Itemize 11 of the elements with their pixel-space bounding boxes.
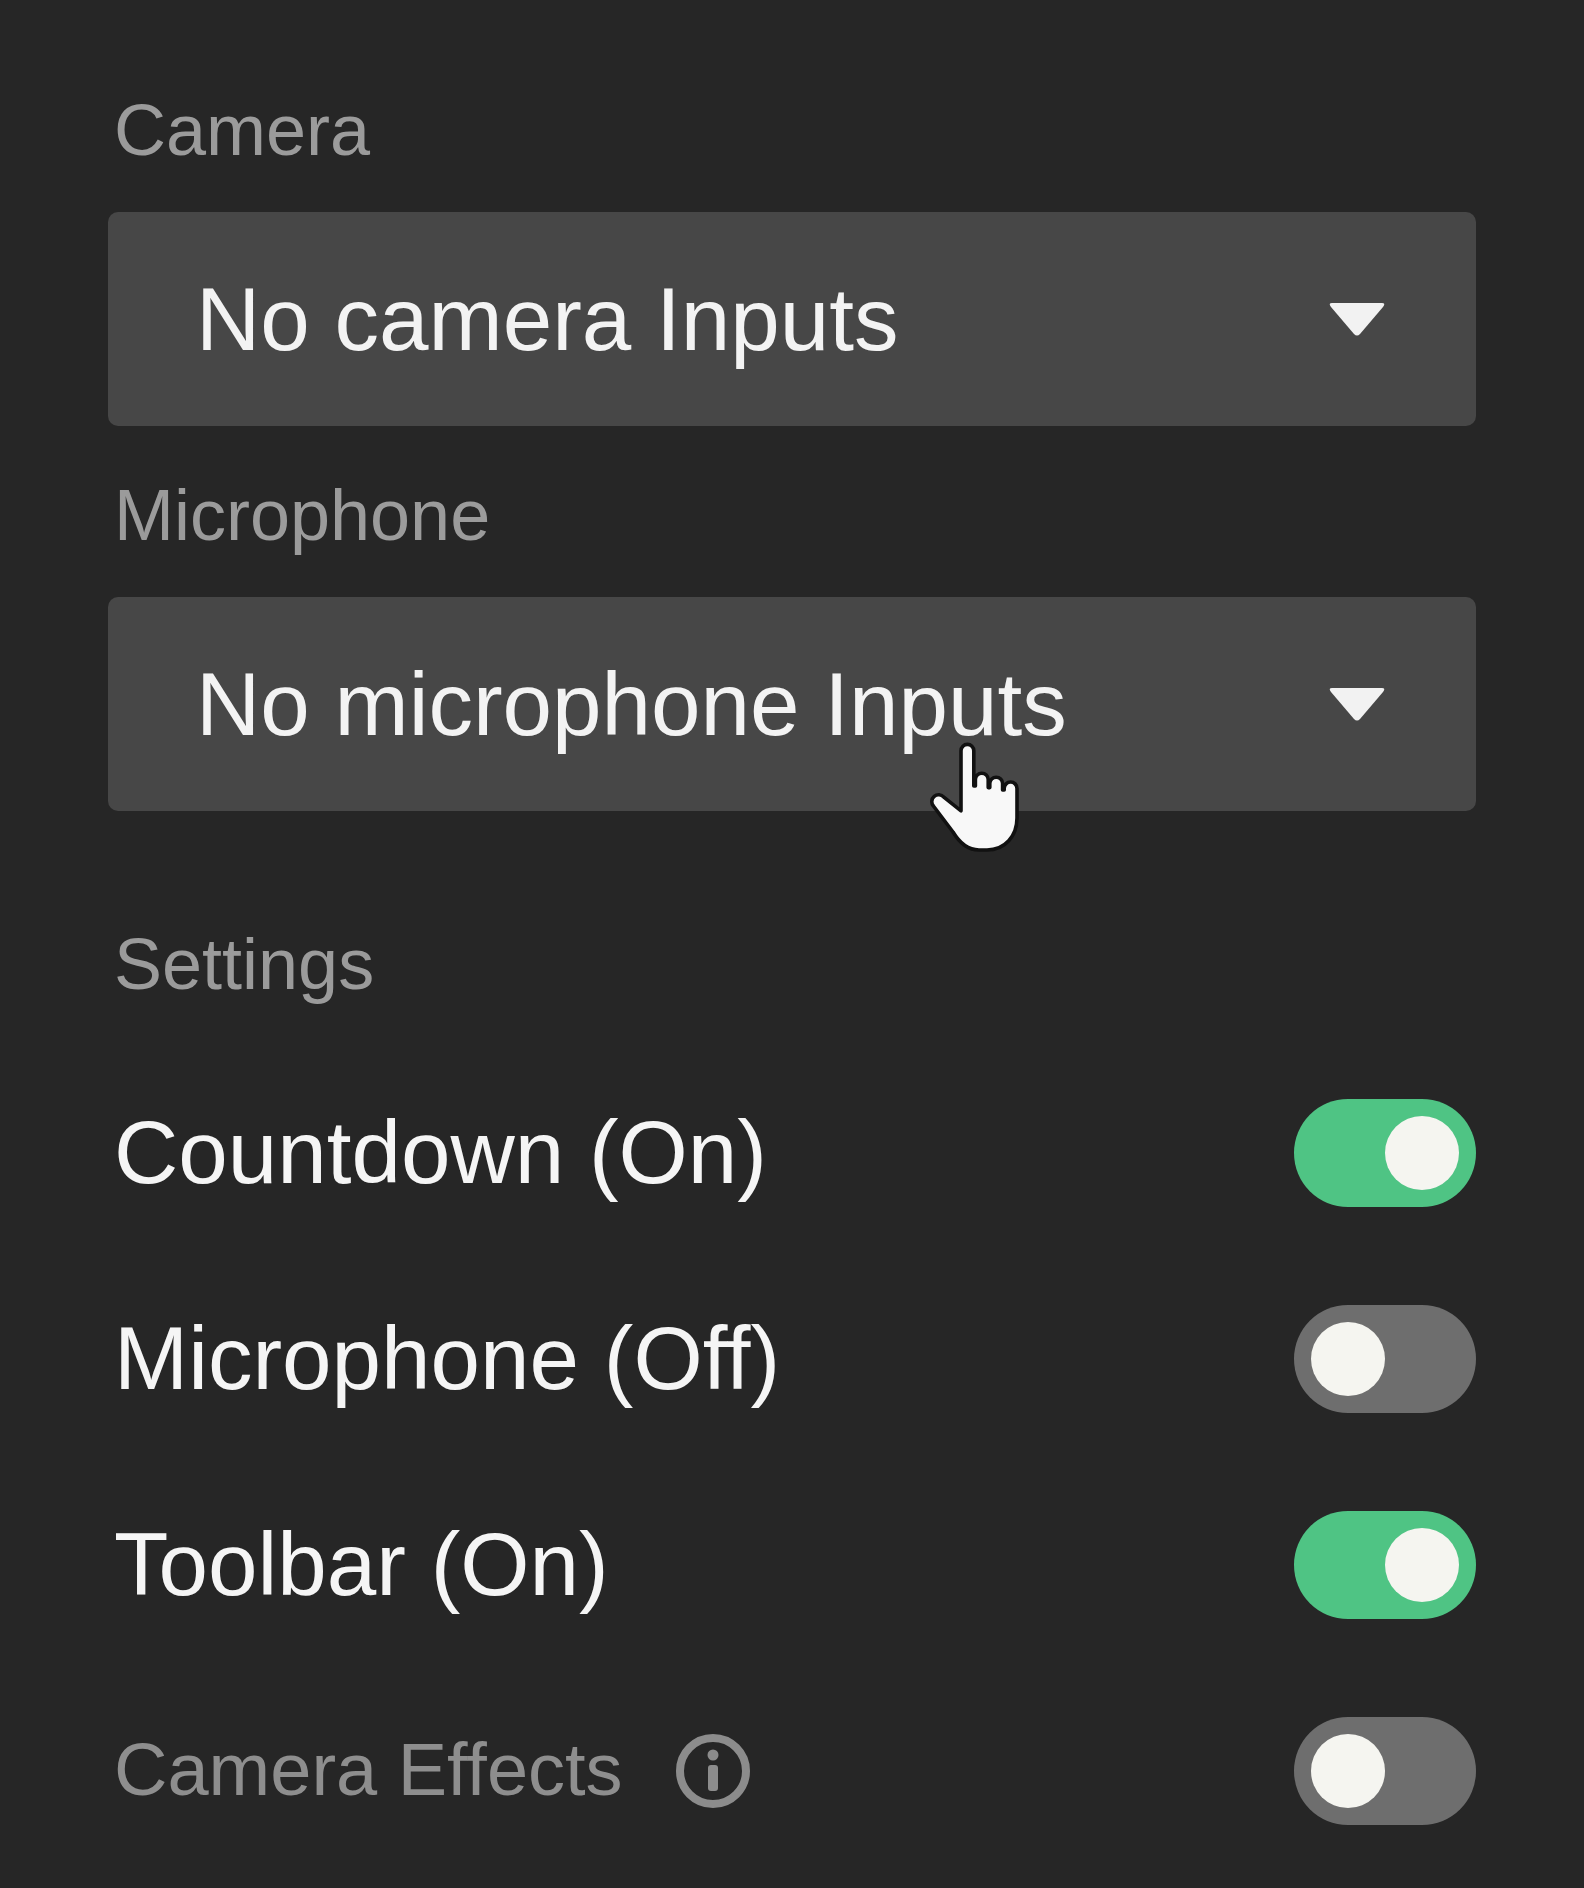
- select-dropdown[interactable]: No camera Inputs: [108, 212, 1476, 427]
- section-label: Settings: [114, 923, 375, 1007]
- caret-icon: [1328, 301, 1386, 338]
- select-dropdown[interactable]: No microphone Inputs: [108, 597, 1476, 812]
- section-label: Microphone: [114, 474, 491, 558]
- setting-label: Toolbar (On): [114, 1513, 609, 1617]
- setting-label: Camera Effects: [114, 1727, 623, 1814]
- section-label: Camera: [114, 89, 371, 172]
- setting-label: Microphone (Off): [114, 1307, 781, 1411]
- setting-label: Countdown (On): [114, 1101, 767, 1205]
- caret-icon: [1328, 686, 1386, 723]
